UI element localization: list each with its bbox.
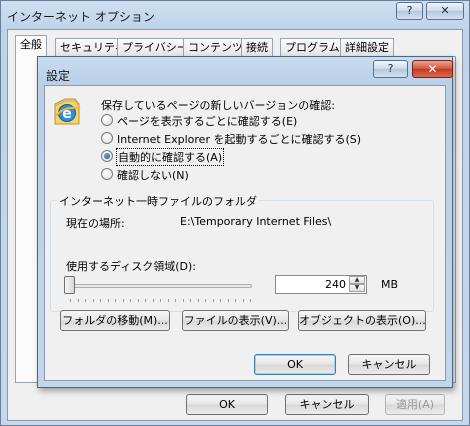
slider-tick — [92, 299, 94, 302]
slider-tick — [70, 299, 71, 302]
slider-tick — [145, 299, 146, 302]
internet-explorer-icon: e — [51, 96, 83, 128]
slider-tick — [182, 299, 184, 302]
slider-tick — [197, 299, 199, 302]
slider-tick — [107, 299, 109, 302]
dialog-ok-button[interactable]: OK — [254, 354, 336, 375]
tab-connections[interactable]: 接続 — [241, 38, 273, 56]
disk-space-unit: MB — [381, 278, 399, 291]
slider-tick — [115, 299, 116, 302]
disk-space-value[interactable]: 240 — [278, 278, 346, 291]
slider-tick — [77, 299, 79, 302]
disk-space-spinbox[interactable]: 240 ▲ ▼ — [275, 275, 367, 294]
spin-down-icon[interactable]: ▼ — [349, 284, 365, 292]
group-legend: インターネット一時ファイルのフォルダ — [57, 193, 259, 209]
radio-button-checked[interactable] — [101, 150, 113, 162]
dialog-cancel-button[interactable]: キャンセル — [348, 354, 430, 375]
location-value: E:\Temporary Internet Files\ — [180, 215, 332, 228]
slider-tick — [205, 299, 206, 302]
slider-tick — [100, 299, 101, 302]
radio-button[interactable] — [101, 168, 113, 180]
slider-tick — [152, 299, 154, 302]
slider-tick — [235, 299, 236, 302]
help-button[interactable]: ? — [396, 2, 423, 20]
tab-general[interactable]: 全般 — [15, 35, 47, 57]
tab-advanced[interactable]: 詳細設定 — [340, 38, 394, 56]
slider-tick — [250, 299, 251, 302]
view-objects-button[interactable]: オブジェクトの表示(O)... — [298, 310, 426, 331]
cancel-button[interactable]: キャンセル — [285, 394, 369, 415]
ok-button[interactable]: OK — [186, 394, 268, 415]
slider-tick — [175, 299, 176, 302]
slider-tick — [242, 299, 244, 302]
radio-button[interactable] — [101, 114, 113, 126]
radio-label: 確認しない(N) — [117, 169, 189, 182]
disk-space-label: 使用するディスク領域(D): — [66, 260, 196, 273]
apply-button: 適用(A) — [385, 394, 445, 415]
radio-button[interactable] — [101, 132, 113, 144]
tab-privacy[interactable]: プライバシー — [117, 38, 193, 56]
dialog-help-button[interactable]: ? — [373, 60, 408, 78]
window-title: インターネット オプション — [7, 10, 155, 24]
close-button[interactable]: ✕ — [426, 2, 464, 20]
slider-tick — [212, 299, 214, 302]
spin-up-icon[interactable]: ▲ — [349, 276, 365, 284]
slider-tick — [167, 299, 169, 302]
slider-tick — [220, 299, 221, 302]
radio-label: Internet Explorer を起動するごとに確認する(S) — [117, 133, 362, 146]
view-files-button[interactable]: ファイルの表示(V)... — [182, 310, 289, 331]
slider-tick — [137, 299, 139, 302]
slider-tick — [130, 299, 131, 302]
dialog-close-button[interactable]: ✕ — [412, 60, 453, 78]
disk-space-slider-thumb[interactable] — [64, 276, 75, 294]
radio-label: 自動的に確認する(A) — [115, 148, 225, 166]
tab-content[interactable]: コンテンツ — [183, 38, 248, 56]
move-folder-button[interactable]: フォルダの移動(M)... — [60, 310, 170, 331]
tab-programs[interactable]: プログラム — [280, 38, 345, 56]
disk-space-slider-track[interactable] — [66, 284, 252, 288]
slider-tick — [85, 299, 86, 302]
radio-dot — [104, 153, 110, 159]
slider-tick — [190, 299, 191, 302]
location-label: 現在の場所: — [66, 217, 125, 230]
slider-tick — [122, 299, 124, 302]
radio-label: ページを表示するごとに確認する(E) — [117, 115, 298, 128]
slider-tick — [160, 299, 161, 302]
check-version-label: 保存しているページの新しいバージョンの確認: — [101, 99, 335, 112]
slider-tick — [227, 299, 229, 302]
dialog-title: 設定 — [46, 69, 71, 83]
